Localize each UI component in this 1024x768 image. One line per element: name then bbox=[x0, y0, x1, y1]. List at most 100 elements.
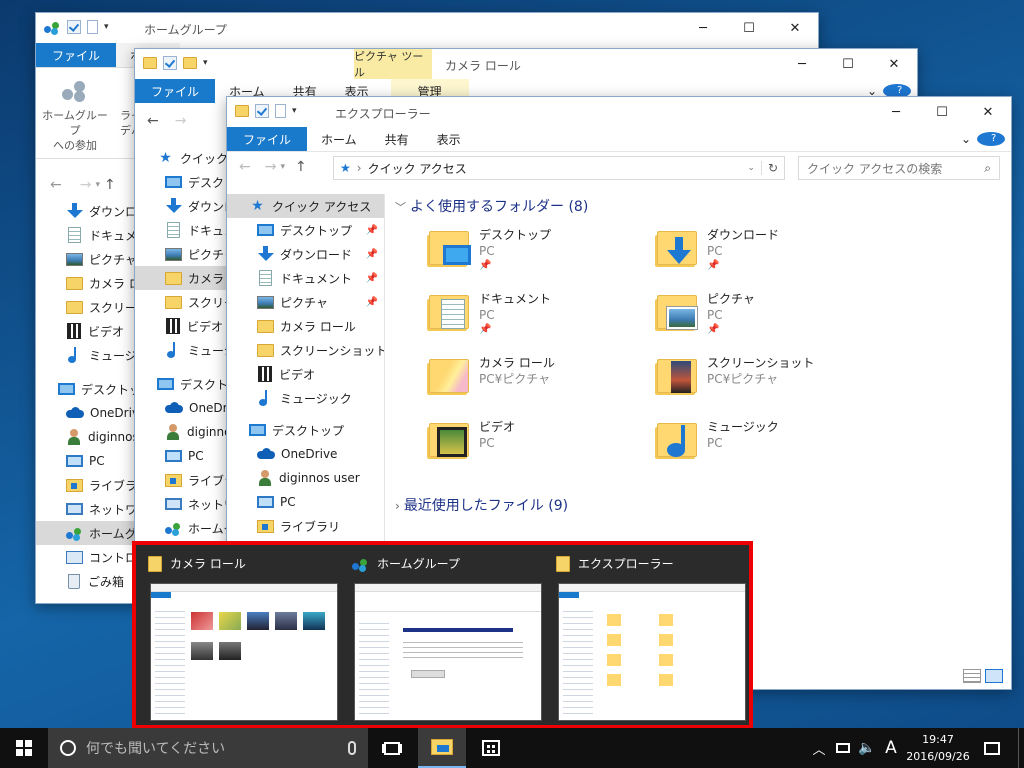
network-tray-icon[interactable] bbox=[832, 728, 854, 768]
nav-item-downloads[interactable]: ダウンロー bbox=[135, 194, 229, 218]
nav-item-desktop[interactable]: デスクトップ bbox=[135, 170, 229, 194]
nav-item-user[interactable]: diginnos bbox=[36, 425, 136, 449]
forward-arrow-icon[interactable]: → bbox=[175, 113, 187, 129]
breadcrumb-quick-access[interactable]: クイック アクセス bbox=[368, 160, 467, 177]
file-explorer-taskbar-button[interactable] bbox=[418, 728, 466, 768]
nav-item-desktop-root[interactable]: デスクトップ bbox=[227, 418, 384, 442]
folder-tile-camera-roll[interactable]: カメラ ロール PC¥ピクチャ bbox=[427, 355, 555, 395]
folder-tile-pictures[interactable]: ピクチャ PC 📌 bbox=[655, 291, 755, 337]
nav-item-desktop[interactable]: デスクトップ 📌 bbox=[227, 218, 384, 242]
folder-tile-music[interactable]: ミュージック PC bbox=[655, 419, 779, 459]
nav-item-videos[interactable]: ビデオ bbox=[36, 319, 136, 343]
new-folder-icon[interactable] bbox=[183, 57, 197, 69]
action-center-button[interactable] bbox=[976, 728, 1008, 768]
address-dropdown-icon[interactable]: ⌄ bbox=[747, 163, 755, 173]
nav-item-documents[interactable]: ドキュメン bbox=[36, 223, 136, 247]
title-bar[interactable]: ▾ エクスプローラー ─ ☐ ✕ bbox=[227, 97, 1011, 127]
folder-tile-documents[interactable]: ドキュメント PC 📌 bbox=[427, 291, 551, 337]
maximize-button[interactable]: ☐ bbox=[825, 49, 871, 79]
forward-arrow-icon[interactable]: → bbox=[80, 177, 92, 193]
folder-tile-videos[interactable]: ビデオ PC bbox=[427, 419, 515, 459]
nav-item-network[interactable]: ネットワー bbox=[135, 492, 229, 516]
nav-item-screenshots[interactable]: スクリーンショット bbox=[227, 338, 384, 362]
nav-item-pc[interactable]: PC bbox=[36, 449, 136, 473]
back-arrow-icon[interactable]: ← bbox=[147, 113, 159, 129]
thumbnail-camera-roll[interactable]: カメラ ロール bbox=[140, 545, 345, 725]
nav-item-pictures[interactable]: ピクチャ bbox=[135, 242, 229, 266]
folder-tile-downloads[interactable]: ダウンロード PC 📌 bbox=[655, 227, 779, 273]
recent-files-header[interactable]: › 最近使用したファイル (9) bbox=[395, 495, 568, 515]
folder-tile-desktop[interactable]: デスクトップ PC 📌 bbox=[427, 227, 551, 273]
nav-item-control-panel[interactable]: コントロー bbox=[36, 545, 136, 569]
nav-item-music[interactable]: ミュージック bbox=[36, 343, 136, 367]
nav-item-music[interactable]: ミュージッ bbox=[135, 338, 229, 362]
details-view-icon[interactable] bbox=[963, 669, 981, 683]
nav-item-camera-roll[interactable]: カメラ ロ bbox=[135, 266, 229, 290]
nav-item-recycle-bin[interactable]: ごみ箱 bbox=[36, 569, 136, 593]
minimize-button[interactable]: ─ bbox=[779, 49, 825, 79]
nav-item-pictures[interactable]: ピクチャ bbox=[36, 247, 136, 271]
up-arrow-icon[interactable]: ↑ bbox=[104, 177, 116, 193]
customize-quick-access-icon[interactable]: ▾ bbox=[104, 22, 109, 32]
nav-item-documents[interactable]: ドキュメント 📌 bbox=[227, 266, 384, 290]
forward-arrow-icon[interactable]: → bbox=[265, 159, 277, 175]
new-page-icon[interactable] bbox=[87, 20, 98, 34]
large-icons-view-icon[interactable] bbox=[985, 669, 1003, 683]
task-view-button[interactable] bbox=[370, 728, 414, 768]
nav-item-onedrive[interactable]: OneDrive bbox=[227, 442, 384, 466]
tab-file[interactable]: ファイル bbox=[135, 79, 216, 103]
up-arrow-icon[interactable]: ↑ bbox=[295, 159, 307, 175]
address-bar[interactable]: ★ › クイック アクセス ⌄ ↻ bbox=[333, 156, 785, 180]
nav-item-libraries[interactable]: ライブラリ bbox=[227, 514, 384, 538]
recent-locations-icon[interactable]: ▾ bbox=[280, 162, 285, 172]
ribbon-expand-icon[interactable]: ⌄ bbox=[955, 127, 977, 151]
show-hidden-icons-button[interactable]: ︿ bbox=[808, 728, 830, 768]
nav-item-homegroup[interactable]: ホームグル bbox=[135, 516, 229, 540]
close-button[interactable]: ✕ bbox=[871, 49, 917, 79]
nav-item-downloads[interactable]: ダウンロー bbox=[36, 199, 136, 223]
nav-item-desktop-root[interactable]: デスクトップ bbox=[135, 372, 229, 396]
maximize-button[interactable]: ☐ bbox=[726, 13, 772, 43]
nav-item-pc[interactable]: PC bbox=[135, 444, 229, 468]
microphone-icon[interactable] bbox=[348, 741, 356, 755]
nav-item-pictures[interactable]: ピクチャ 📌 bbox=[227, 290, 384, 314]
help-icon[interactable]: ? bbox=[977, 127, 1011, 151]
nav-item-user[interactable]: diginnos bbox=[135, 420, 229, 444]
start-button[interactable] bbox=[0, 728, 48, 768]
thumbnail-explorer[interactable]: エクスプローラー bbox=[548, 545, 753, 725]
nav-item-quick-access[interactable]: ★ クイック アクセス bbox=[227, 194, 384, 218]
new-page-icon[interactable] bbox=[275, 104, 286, 118]
recent-locations-icon[interactable]: ▾ bbox=[95, 180, 100, 190]
clock[interactable]: 19:47 2016/09/26 bbox=[906, 731, 970, 765]
nav-item-network[interactable]: ネットワー bbox=[36, 497, 136, 521]
nav-item-downloads[interactable]: ダウンロード 📌 bbox=[227, 242, 384, 266]
join-homegroup-button[interactable]: ホームグループ への参加 bbox=[42, 80, 108, 153]
close-button[interactable]: ✕ bbox=[772, 13, 818, 43]
cortana-search-box[interactable]: 何でも聞いてください bbox=[48, 728, 368, 768]
thumbnail-homegroup[interactable]: ホームグループ bbox=[344, 545, 549, 725]
maximize-button[interactable]: ☐ bbox=[919, 97, 965, 127]
back-arrow-icon[interactable]: ← bbox=[50, 177, 62, 193]
tab-home[interactable]: ホーム bbox=[307, 127, 371, 151]
nav-item-user[interactable]: diginnos user bbox=[227, 466, 384, 490]
search-box[interactable]: クイック アクセスの検索 ⌕ bbox=[798, 156, 1000, 180]
minimize-button[interactable]: ─ bbox=[873, 97, 919, 127]
nav-item-libraries[interactable]: ライブラリ bbox=[135, 468, 229, 492]
nav-item-camera-roll[interactable]: カメラ ロ bbox=[36, 271, 136, 295]
customize-quick-access-icon[interactable]: ▾ bbox=[292, 106, 297, 116]
ime-mode-indicator[interactable]: A bbox=[880, 728, 902, 768]
nav-item-homegroup[interactable]: ホームグル bbox=[36, 521, 136, 545]
nav-item-libraries[interactable]: ライブラリ bbox=[36, 473, 136, 497]
title-bar[interactable]: ▾ ピクチャ ツール カメラ ロール ─ ☐ ✕ bbox=[135, 49, 917, 79]
tab-file[interactable]: ファイル bbox=[36, 43, 117, 67]
tab-share[interactable]: 共有 bbox=[371, 127, 423, 151]
nav-item-screenshots[interactable]: スクリーン bbox=[36, 295, 136, 319]
back-arrow-icon[interactable]: ← bbox=[239, 159, 251, 175]
nav-item-videos[interactable]: ビデオ bbox=[135, 314, 229, 338]
nav-item-desktop[interactable]: デスクトップ bbox=[36, 377, 136, 401]
nav-item-documents[interactable]: ドキュメン bbox=[135, 218, 229, 242]
tab-view[interactable]: 表示 bbox=[423, 127, 475, 151]
nav-item-screenshots[interactable]: スクリーン bbox=[135, 290, 229, 314]
nav-item-onedrive[interactable]: OneDrive bbox=[36, 401, 136, 425]
properties-icon[interactable] bbox=[67, 20, 81, 34]
